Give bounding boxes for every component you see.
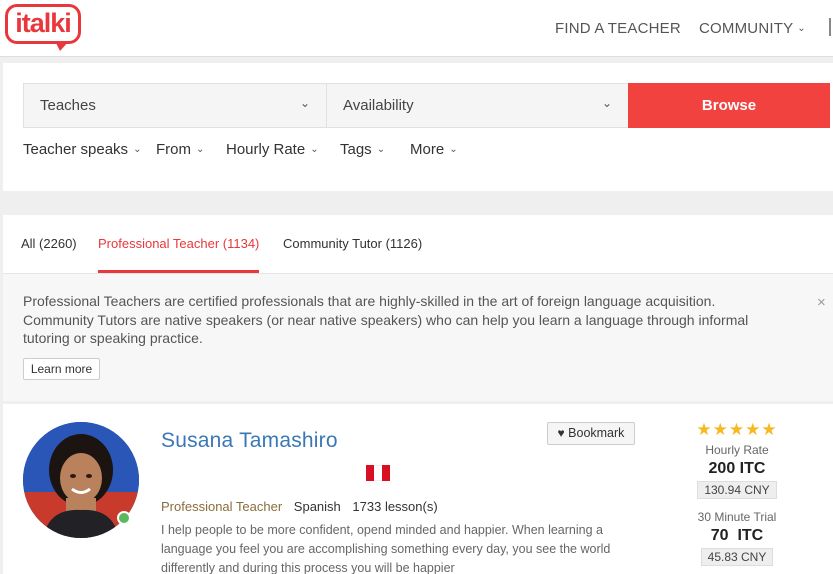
trial-label: 30 Minute Trial xyxy=(697,510,777,524)
trial-rate-value: 70 ITC xyxy=(710,527,764,544)
close-icon[interactable]: × xyxy=(817,294,826,311)
tab-all[interactable]: All (2260) xyxy=(21,236,77,251)
results-panel: All (2260) Professional Teacher (1134) C… xyxy=(3,215,833,401)
learn-more-button[interactable]: Learn more xyxy=(23,358,100,380)
logo-bubble-tail xyxy=(55,41,69,51)
teaches-select-label: Teaches xyxy=(40,97,96,114)
filter-label: Hourly Rate xyxy=(226,141,306,158)
chevron-down-icon: ⌄ xyxy=(196,144,205,155)
tab-community-tutor[interactable]: Community Tutor (1126) xyxy=(283,236,422,251)
filter-tags[interactable]: Tags ⌄ xyxy=(340,141,385,158)
nav-community[interactable]: COMMUNITY ⌄ xyxy=(699,20,806,37)
star-icon: ★ xyxy=(745,420,762,439)
availability-select-label: Availability xyxy=(343,97,414,114)
chevron-down-icon: ⌄ xyxy=(797,23,806,34)
teaches-select[interactable]: Teaches ⌄ xyxy=(23,83,327,128)
teacher-name[interactable]: Susana Tamashiro xyxy=(161,425,361,456)
browse-button[interactable]: Browse xyxy=(628,83,830,128)
hourly-rate-cny: 130.94 CNY xyxy=(697,481,777,499)
teacher-type-info: Professional Teachers are certified prof… xyxy=(3,274,833,401)
filter-label: From xyxy=(156,141,191,158)
filter-label: Tags xyxy=(340,141,372,158)
star-icon: ★ xyxy=(712,420,729,439)
tab-professional-teacher[interactable]: Professional Teacher (1134) xyxy=(98,236,259,251)
italki-logo[interactable]: italki xyxy=(5,4,81,51)
teacher-description: I help people to be more confident, open… xyxy=(161,523,611,574)
teacher-language: Spanish xyxy=(293,499,341,514)
chevron-down-icon: ⌄ xyxy=(299,96,310,110)
rating-stars: ★★★★★ xyxy=(686,420,788,440)
chevron-down-icon: ⌄ xyxy=(376,144,386,155)
teacher-card[interactable]: Susana Tamashiro Professional Teacher Sp… xyxy=(3,404,833,574)
nav-community-label: COMMUNITY xyxy=(699,20,794,37)
logo-text: italki xyxy=(15,8,72,38)
info-text: Professional Teachers are certified prof… xyxy=(23,293,749,346)
hourly-rate-value: 200 ITC xyxy=(708,460,766,477)
star-icon: ★ xyxy=(761,420,778,439)
peru-flag-icon xyxy=(366,465,390,481)
lesson-count: 1733 lesson(s) xyxy=(352,499,438,514)
teacher-meta: Professional Teacher Spanish 1733 lesson… xyxy=(161,499,438,514)
filter-hourly-rate[interactable]: Hourly Rate ⌄ xyxy=(226,141,319,158)
chevron-down-icon: ⌄ xyxy=(449,144,458,155)
filter-more[interactable]: More ⌄ xyxy=(410,141,458,158)
filter-from[interactable]: From ⌄ xyxy=(156,141,204,158)
search-panel: Teaches ⌄ Availability ⌄ Browse Teacher … xyxy=(3,63,833,191)
hourly-rate-label: Hourly Rate xyxy=(705,443,769,457)
heart-icon: ♥ xyxy=(557,426,565,440)
availability-select[interactable]: Availability ⌄ xyxy=(326,83,629,128)
bookmark-button[interactable]: ♥ Bookmark xyxy=(547,422,635,445)
teacher-type: Professional Teacher xyxy=(161,499,283,514)
teacher-type-tabs: All (2260) Professional Teacher (1134) C… xyxy=(3,215,833,274)
online-status-indicator xyxy=(117,511,131,525)
star-icon: ★ xyxy=(696,420,713,439)
chevron-down-icon: ⌄ xyxy=(601,96,612,110)
star-icon: ★ xyxy=(728,420,746,439)
nav-edge-divider xyxy=(829,18,831,36)
chevron-down-icon: ⌄ xyxy=(310,144,319,155)
nav-find-a-teacher[interactable]: FIND A TEACHER xyxy=(555,20,681,37)
trial-rate-cny: 45.83 CNY xyxy=(700,548,774,566)
filter-label: More xyxy=(410,141,445,158)
chevron-down-icon: ⌄ xyxy=(133,144,142,155)
bookmark-label: Bookmark xyxy=(568,426,625,440)
filter-teacher-speaks[interactable]: Teacher speaks ⌄ xyxy=(23,141,141,158)
price-column: ★★★★★ Hourly Rate 200 ITC 130.94 CNY 30 … xyxy=(686,420,788,566)
active-tab-indicator xyxy=(98,270,259,273)
top-header: italki FIND A TEACHER COMMUNITY ⌄ xyxy=(0,0,833,57)
filter-label: Teacher speaks xyxy=(23,141,129,158)
